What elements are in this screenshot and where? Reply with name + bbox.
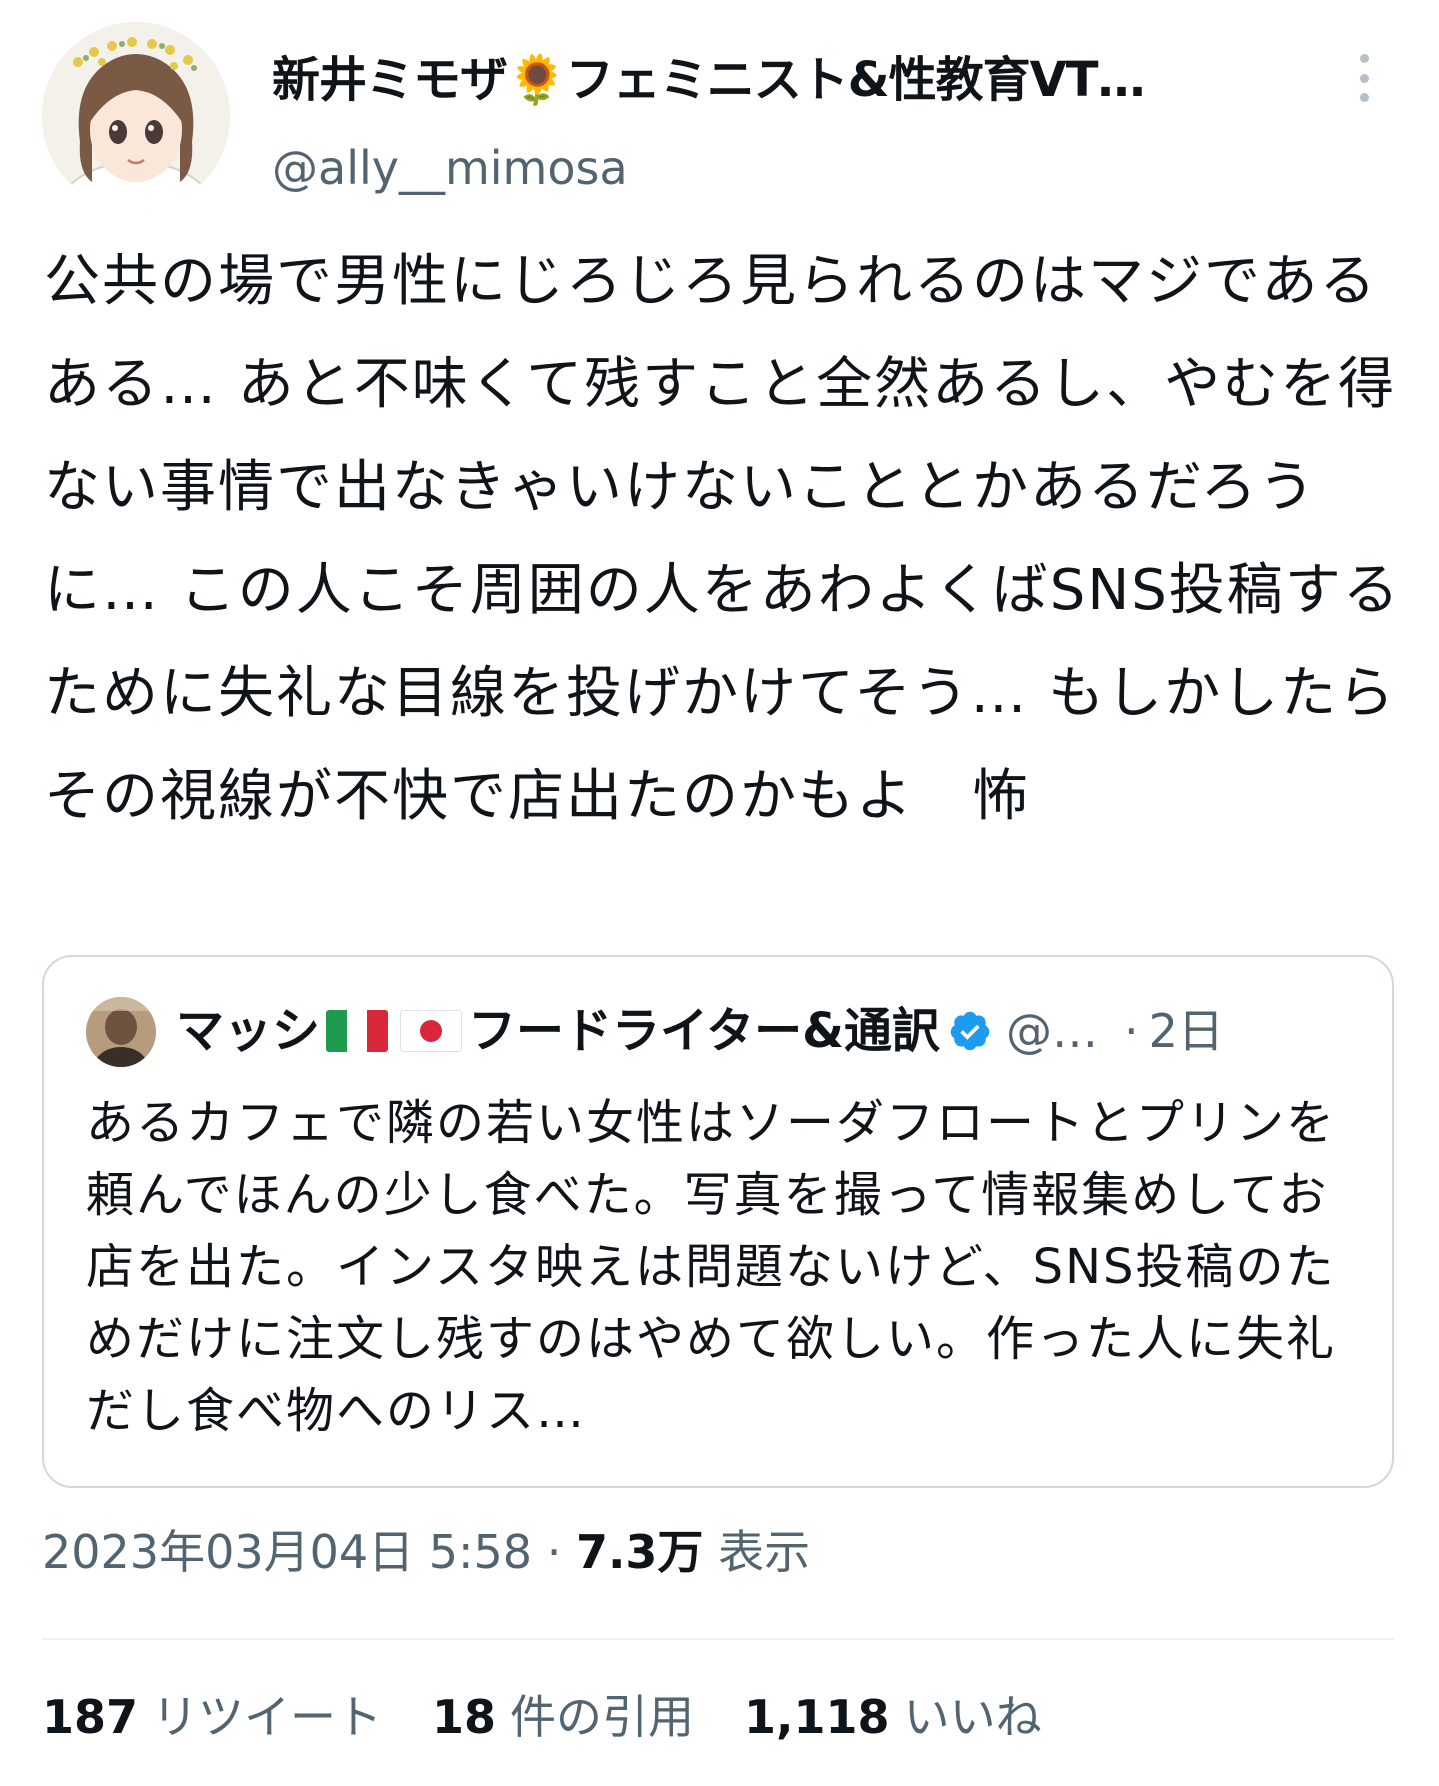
more-dot (1359, 54, 1369, 63)
meta-separator: · (546, 1525, 562, 1579)
more-dot (1359, 93, 1369, 102)
japan-flag-icon (400, 1010, 463, 1052)
quoted-avatar-photo (86, 997, 156, 1067)
tweet-meta: 2023年03月04日 5:58 · 7.3万 表示 (42, 1520, 810, 1584)
author-avatar-illustration (42, 22, 230, 210)
quoted-author-name-suffix[interactable]: フードライター&通訳 (468, 999, 940, 1063)
likes-count: 1,118 (744, 1690, 890, 1744)
tweet-timestamp[interactable]: 2023年03月04日 5:58 (42, 1525, 532, 1579)
quotes-label: 件の引用 (510, 1690, 695, 1744)
author-handle[interactable]: @ally__mimosa (272, 138, 628, 198)
divider (42, 1638, 1394, 1640)
verified-badge-icon (950, 1011, 990, 1051)
retweets-count: 187 (42, 1690, 139, 1744)
views-label: 表示 (718, 1525, 811, 1579)
tweet-text: 公共の場で男性にじろじろ見られるのはマジであるある… あと不味くて残すこと全然あ… (44, 249, 1401, 829)
quoted-tweet-header: マッシ フードライター&通訳 @… · 2日 (176, 999, 1356, 1063)
quoted-author-name[interactable]: マッシ (176, 999, 320, 1063)
likes-label: いいね (903, 1690, 1042, 1744)
quoted-author-handle[interactable]: @… (1006, 999, 1098, 1063)
likes-stat[interactable]: 1,118 いいね (744, 1685, 1042, 1749)
quoted-tweet-card[interactable]: マッシ フードライター&通訳 @… · 2日 あるカフェで隣の若い女性はソーダフ… (42, 955, 1394, 1488)
quoted-author-avatar[interactable] (86, 997, 156, 1067)
quotes-count: 18 (432, 1690, 497, 1744)
retweets-label: リツイート (152, 1690, 383, 1744)
more-vertical-icon[interactable] (1352, 54, 1376, 102)
author-display-name[interactable]: 新井ミモザ🌻フェミニスト&性教育VT… (272, 48, 1292, 112)
retweets-stat[interactable]: 187 リツイート (42, 1685, 382, 1749)
more-dot (1359, 73, 1369, 83)
tweet-stats: 187 リツイート 18 件の引用 1,118 いいね (42, 1685, 1042, 1749)
views-count: 7.3万 (575, 1525, 704, 1579)
quoted-tweet-text: あるカフェで隣の若い女性はソーダフロートとプリンを頼んでほんの少し食べた。写真を… (86, 1095, 1337, 1439)
author-avatar[interactable] (42, 22, 230, 210)
italy-flag-icon (326, 1010, 389, 1052)
quoted-timestamp[interactable]: 2日 (1149, 999, 1224, 1063)
quotes-stat[interactable]: 18 件の引用 (432, 1685, 694, 1749)
quoted-separator: · (1123, 1004, 1139, 1058)
